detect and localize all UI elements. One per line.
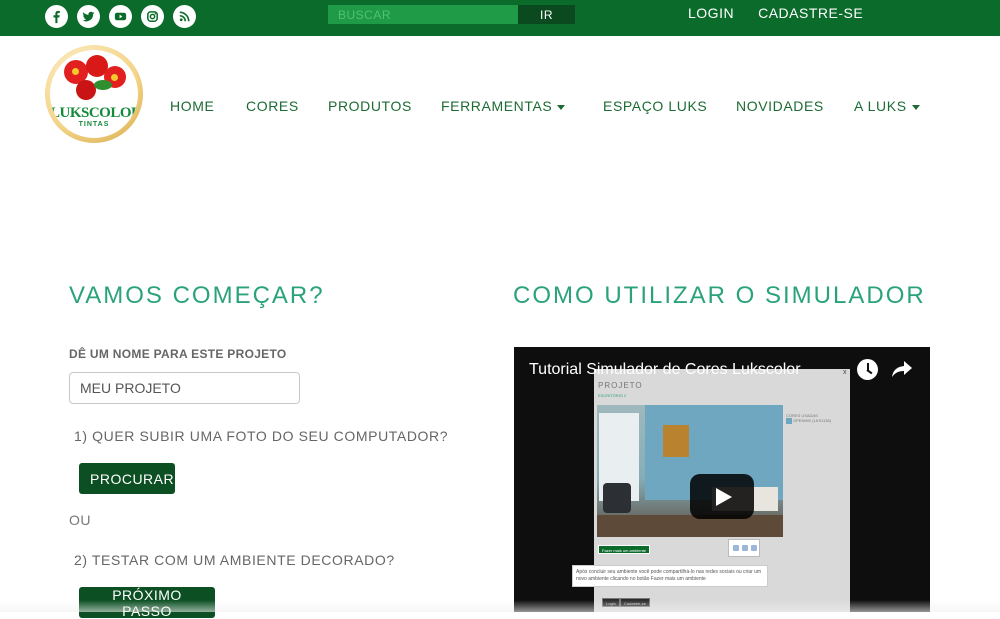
- logo-leaf: [94, 80, 112, 90]
- thumbnail-project-title: PROJETO: [598, 381, 643, 390]
- project-name-label: DÊ UM NOME PARA ESTE PROJETO: [69, 347, 287, 361]
- decorated-question: 2) TESTAR COM UM AMBIENTE DECORADO?: [74, 552, 395, 568]
- nav-ferramentas-label: FERRAMENTAS: [441, 98, 553, 114]
- login-link[interactable]: LOGIN: [688, 5, 734, 21]
- signup-link[interactable]: CADASTRE-SE: [758, 5, 863, 21]
- search-form: IR: [328, 5, 575, 24]
- browse-button[interactable]: PROCURAR: [79, 463, 175, 494]
- nav-produtos[interactable]: PRODUTOS: [328, 98, 412, 114]
- thumbnail-project-subtitle: ESCRITÓRIO 2: [598, 393, 627, 398]
- print-icon: [733, 545, 739, 551]
- watch-later-icon[interactable]: [857, 359, 878, 380]
- thumbnail-share-box: [728, 539, 760, 557]
- nav-a-luks[interactable]: A LUKS: [854, 98, 920, 114]
- social-links: [45, 5, 196, 28]
- facebook-icon: [751, 545, 757, 551]
- chevron-down-icon: [911, 104, 920, 110]
- logo-flower-center: [72, 68, 79, 75]
- thumbnail-colors: CORES USADAS OPENHIE (LKS1136): [786, 413, 844, 424]
- twitter-icon[interactable]: [77, 5, 100, 28]
- upload-question: 1) QUER SUBIR UMA FOTO DO SEU COMPUTADOR…: [74, 428, 449, 444]
- or-separator: OU: [69, 512, 91, 528]
- twitter-icon: [742, 545, 748, 551]
- project-name-input[interactable]: [69, 372, 300, 404]
- room-floor: [597, 515, 783, 537]
- howto-heading: COMO UTILIZAR O SIMULADOR: [513, 282, 926, 309]
- thumbnail-room: [597, 405, 783, 537]
- nav-home[interactable]: HOME: [170, 98, 214, 114]
- nav-espaco-luks[interactable]: ESPAÇO LUKS: [603, 98, 707, 114]
- instagram-icon[interactable]: [141, 5, 164, 28]
- next-step-button[interactable]: PRÓXIMO PASSO: [79, 587, 215, 619]
- share-icon[interactable]: [891, 359, 913, 379]
- facebook-icon[interactable]: [45, 5, 68, 28]
- nav-novidades[interactable]: NOVIDADES: [736, 98, 824, 114]
- search-input[interactable]: [328, 5, 518, 24]
- color-swatch: [786, 418, 792, 424]
- thumbnail-new-room-button: Fazer mais um ambiente: [598, 545, 651, 554]
- tutorial-video[interactable]: PROJETO ESCRITÓRIO 2 x CORES USADAS OPEN…: [514, 347, 930, 612]
- thumbnail-close: x: [843, 369, 847, 376]
- thumbnail-login: Login: [602, 598, 620, 607]
- top-bar: IR LOGIN CADASTRE-SE: [0, 0, 1000, 36]
- rss-icon[interactable]: [173, 5, 196, 28]
- start-heading: VAMOS COMEÇAR?: [69, 282, 325, 309]
- nav-ferramentas[interactable]: FERRAMENTAS: [441, 98, 566, 114]
- play-icon[interactable]: [690, 474, 754, 519]
- room-painting: [663, 425, 689, 457]
- logo-brand: LUKSCOLOR: [50, 105, 138, 121]
- room-chair: [603, 483, 631, 513]
- chevron-down-icon: [557, 104, 566, 110]
- account-links: LOGIN CADASTRE-SE: [688, 5, 863, 21]
- thumbnail-color-item: OPENHIE (LKS1136): [786, 418, 844, 424]
- nav-cores[interactable]: CORES: [246, 98, 299, 114]
- lukscolor-logo[interactable]: LUKSCOLOR TINTAS: [45, 45, 143, 143]
- thumbnail-tip: Após concluir seu ambiente você pode com…: [572, 565, 768, 587]
- logo-flower: [76, 80, 96, 100]
- thumbnail-color-name: OPENHIE (LKS1136): [793, 418, 832, 424]
- thumbnail-signup: Cadastre-se: [620, 598, 650, 607]
- nav-a-luks-label: A LUKS: [854, 98, 907, 114]
- video-title[interactable]: Tutorial Simulador de Cores Lukscolor: [529, 361, 801, 379]
- logo-emblem: LUKSCOLOR TINTAS: [50, 50, 138, 138]
- logo-flower-center: [111, 74, 118, 81]
- youtube-icon[interactable]: [109, 5, 132, 28]
- logo-sub: TINTAS: [78, 121, 110, 128]
- search-button[interactable]: IR: [518, 5, 575, 24]
